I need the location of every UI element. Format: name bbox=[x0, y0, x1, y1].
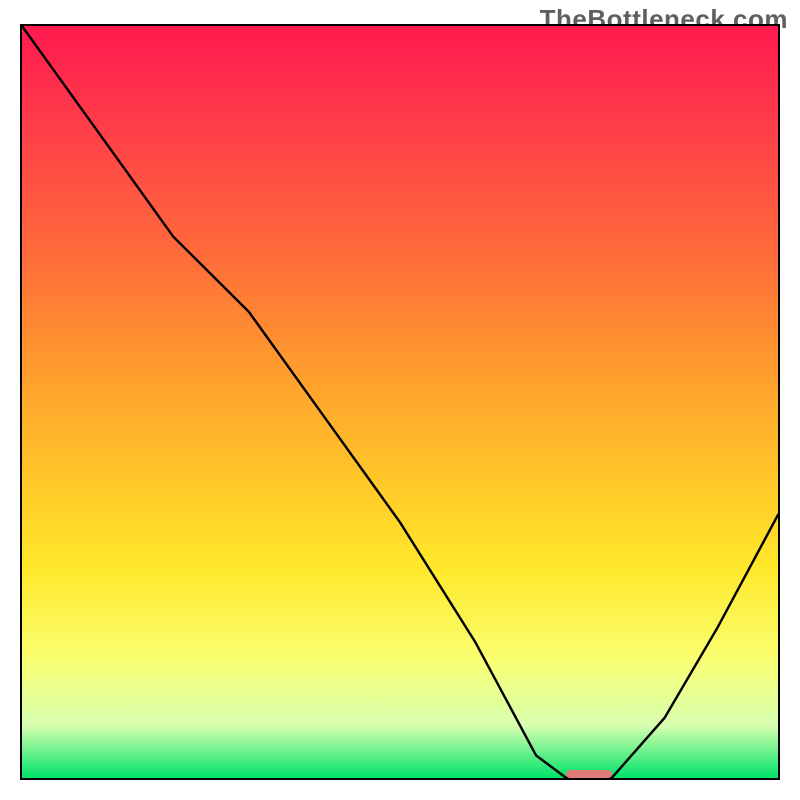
plot-border bbox=[20, 24, 780, 780]
optimal-marker bbox=[566, 770, 611, 778]
bottleneck-chart-frame: TheBottleneck.com bbox=[0, 0, 800, 800]
bottleneck-curve bbox=[22, 26, 778, 778]
plot-area bbox=[22, 26, 778, 778]
curve-line bbox=[22, 26, 778, 778]
